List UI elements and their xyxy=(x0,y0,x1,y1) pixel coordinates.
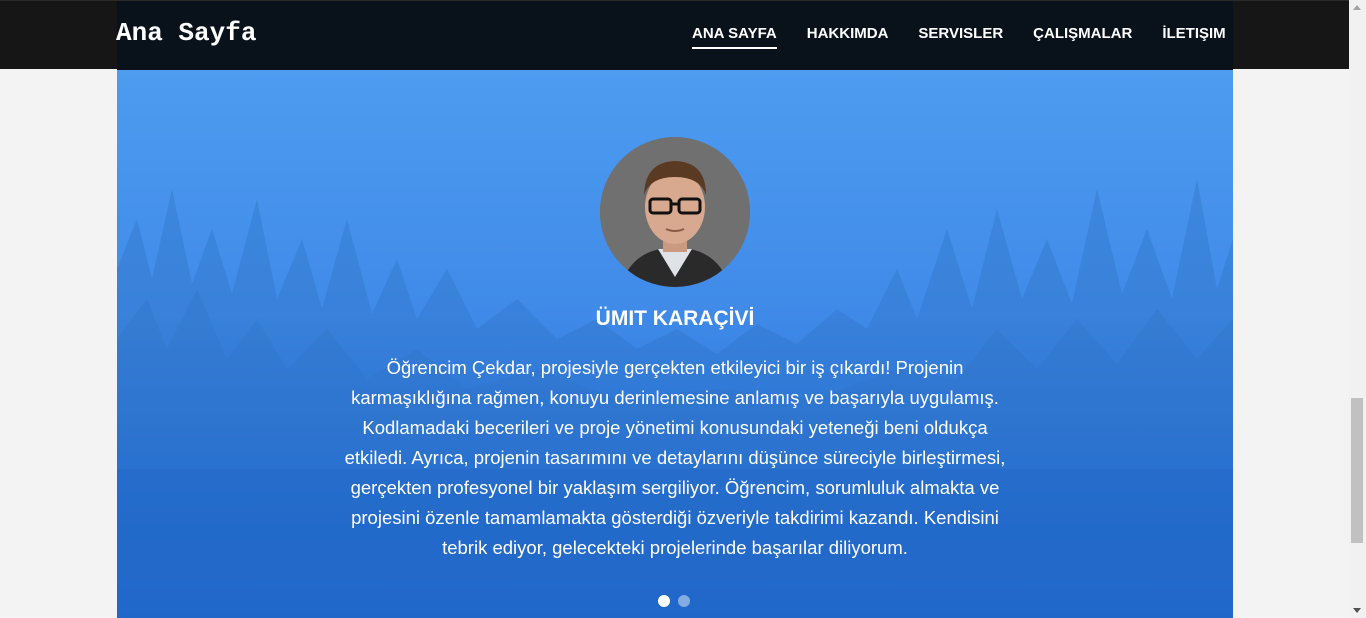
quote-line: Öğrencim Çekdar, projesiyle gerçekten et… xyxy=(386,357,964,378)
carousel-dot-2[interactable] xyxy=(678,595,690,607)
scroll-up-arrow-icon[interactable] xyxy=(1353,5,1361,10)
testimonial-quote: Öğrencim Çekdar, projesiyle gerçekten et… xyxy=(337,353,1013,563)
scrollbar-thumb[interactable] xyxy=(1351,398,1363,543)
scroll-down-arrow-icon[interactable] xyxy=(1353,608,1361,613)
carousel-indicators xyxy=(658,595,690,607)
carousel-dot-1[interactable] xyxy=(658,595,670,607)
quote-line: etkiledi. Ayrıca, projenin tasarımını ve… xyxy=(344,447,1006,468)
nav-item-ana-sayfa[interactable]: ANA SAYFA xyxy=(692,25,777,49)
quote-line: Kodlamadaki becerileri ve proje yönetimi… xyxy=(362,417,988,438)
main-nav: ANA SAYFA HAKKIMDA SERVISLER ÇALIŞMALAR … xyxy=(692,25,1226,49)
brand-logo-text[interactable]: Ana Sayfa xyxy=(116,18,256,48)
person-portrait-image xyxy=(600,137,750,287)
quote-line: gerçekten profesyonel bir yaklaşım sergi… xyxy=(350,477,1000,498)
quote-line: tebrik ediyor, gelecekteki projelerinde … xyxy=(442,537,908,558)
quote-line: projesini özenle tamamlamakta gösterdiği… xyxy=(351,507,999,528)
nav-item-servisler[interactable]: SERVISLER xyxy=(918,25,1003,49)
vertical-scrollbar[interactable] xyxy=(1349,0,1366,618)
testimonial-avatar xyxy=(600,137,750,287)
nav-item-iletisim[interactable]: İLETIŞIM xyxy=(1162,25,1225,49)
quote-line: karmaşıklığına rağmen, konuyu derinlemes… xyxy=(351,387,999,408)
nav-item-hakkimda[interactable]: HAKKIMDA xyxy=(807,25,889,49)
nav-item-calismalar[interactable]: ÇALIŞMALAR xyxy=(1033,25,1132,49)
testimonial-hero: ÜMIT KARAÇİVİ Öğrencim Çekdar, projesiyl… xyxy=(117,69,1233,618)
testimonial-author-name: ÜMIT KARAÇİVİ xyxy=(595,307,755,330)
